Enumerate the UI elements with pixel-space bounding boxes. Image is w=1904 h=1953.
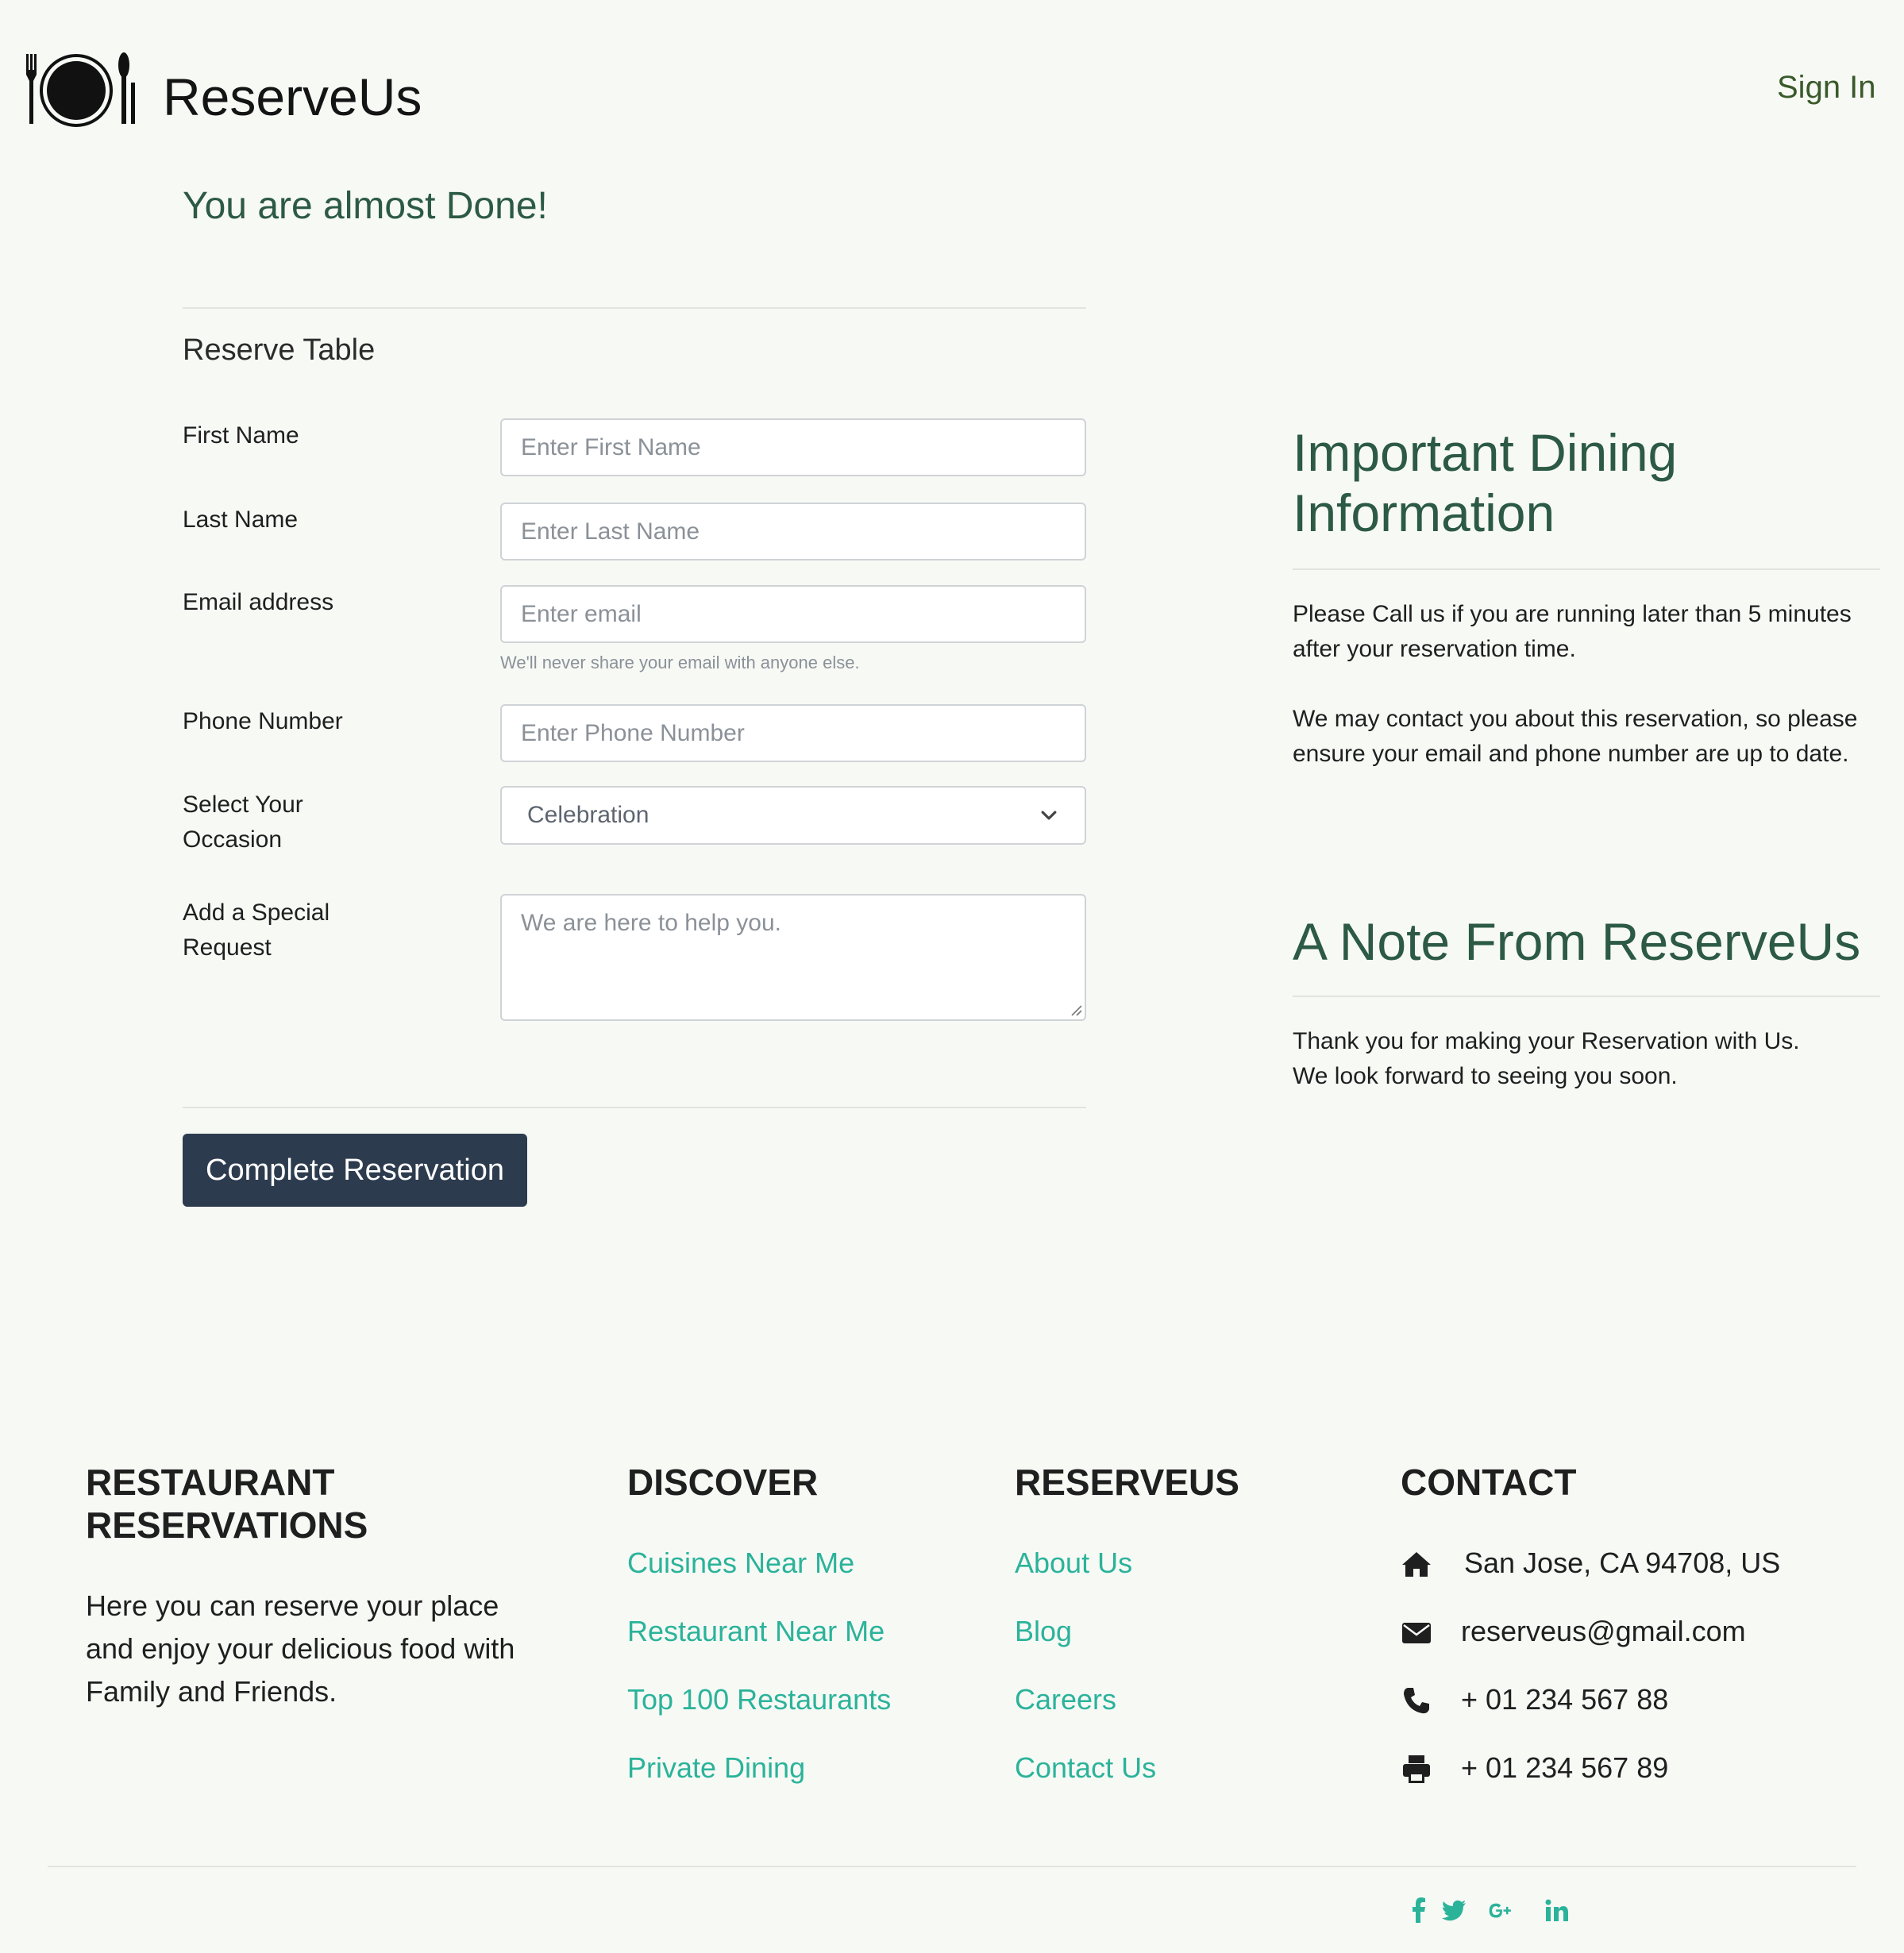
sign-in-link[interactable]: Sign In xyxy=(1777,70,1876,106)
occasion-label-line1: Select Your xyxy=(183,792,303,818)
chevron-down-icon xyxy=(1041,811,1057,820)
note-line1: Thank you for making your Reservation wi… xyxy=(1293,1028,1800,1054)
last-name-input[interactable] xyxy=(500,503,1086,560)
contact-phone: + 01 234 567 88 xyxy=(1461,1683,1669,1716)
footer-link-top-100[interactable]: Top 100 Restaurants xyxy=(627,1683,891,1716)
complete-reservation-button[interactable]: Complete Reservation xyxy=(183,1134,527,1207)
important-heading-line1: Important Dining xyxy=(1293,423,1678,482)
print-icon xyxy=(1403,1755,1430,1783)
footer-heading-reserveus: RESERVEUS xyxy=(1015,1462,1239,1503)
note-text: Thank you for making your Reservation wi… xyxy=(1293,1024,1880,1094)
page-heading: You are almost Done! xyxy=(183,185,548,227)
occasion-selected-value: Celebration xyxy=(527,802,649,828)
occasion-label: Select Your Occasion xyxy=(183,788,389,857)
special-request-textarea[interactable] xyxy=(500,894,1086,1021)
special-request-label-line2: Request xyxy=(183,934,272,961)
email-input[interactable] xyxy=(500,585,1086,643)
section-title: Reserve Table xyxy=(183,333,376,367)
divider xyxy=(183,307,1086,309)
footer-link-restaurants-near[interactable]: Restaurant Near Me xyxy=(627,1615,885,1648)
contact-address: San Jose, CA 94708, US xyxy=(1464,1547,1781,1579)
twitter-icon[interactable] xyxy=(1440,1897,1467,1924)
occasion-select[interactable]: Celebration xyxy=(500,786,1086,845)
footer-link-about[interactable]: About Us xyxy=(1015,1547,1132,1580)
footer-heading-line1: RESTAURANT xyxy=(86,1462,335,1503)
footer-link-careers[interactable]: Careers xyxy=(1015,1683,1116,1716)
footer-heading-discover: DISCOVER xyxy=(627,1462,819,1503)
resize-grip-icon[interactable] xyxy=(1068,1002,1082,1016)
special-request-label-line1: Add a Special xyxy=(183,899,330,926)
phone-input[interactable] xyxy=(500,704,1086,762)
envelope-icon xyxy=(1402,1623,1431,1643)
email-help-text: We'll never share your email with anyone… xyxy=(500,653,860,672)
footer-link-blog[interactable]: Blog xyxy=(1015,1615,1072,1648)
divider xyxy=(1293,996,1880,997)
footer-link-contact[interactable]: Contact Us xyxy=(1015,1751,1156,1785)
restaurant-logo-icon[interactable] xyxy=(24,51,138,127)
footer-link-cuisines[interactable]: Cuisines Near Me xyxy=(627,1547,854,1580)
footer-divider xyxy=(48,1866,1856,1867)
footer-heading-line2: RESERVATIONS xyxy=(86,1504,368,1546)
first-name-input[interactable] xyxy=(500,418,1086,476)
brand-name[interactable]: ReserveUs xyxy=(163,67,422,127)
contact-notice: We may contact you about this reservatio… xyxy=(1293,706,1858,767)
facebook-icon[interactable] xyxy=(1405,1897,1432,1924)
last-name-label: Last Name xyxy=(183,507,299,533)
footer-link-private-dining[interactable]: Private Dining xyxy=(627,1751,805,1785)
phone-icon xyxy=(1404,1688,1429,1714)
divider xyxy=(1293,568,1880,570)
note-line2: We look forward to seeing you soon. xyxy=(1293,1063,1678,1089)
late-arrival-notice: Please Call us if you are running later … xyxy=(1293,601,1852,662)
important-heading-line2: Information xyxy=(1293,483,1555,542)
linkedin-icon[interactable] xyxy=(1544,1897,1571,1924)
important-info-heading: Important Dining Information xyxy=(1293,422,1848,543)
footer-description: Here you can reserve your place and enjo… xyxy=(86,1589,515,1708)
footer-heading-contact: CONTACT xyxy=(1401,1462,1577,1503)
google-plus-icon[interactable] xyxy=(1488,1897,1515,1924)
first-name-label: First Name xyxy=(183,422,299,449)
note-heading: A Note From ReserveUs xyxy=(1293,912,1861,971)
footer-heading-restaurant: RESTAURANT RESERVATIONS xyxy=(86,1461,368,1547)
contact-fax: + 01 234 567 89 xyxy=(1461,1751,1669,1784)
home-icon xyxy=(1402,1552,1431,1577)
phone-label: Phone Number xyxy=(183,708,343,734)
occasion-label-line2: Occasion xyxy=(183,826,283,853)
contact-email[interactable]: reserveus@gmail.com xyxy=(1461,1615,1746,1648)
special-request-label: Add a Special Request xyxy=(183,896,389,965)
divider xyxy=(183,1107,1086,1108)
email-label: Email address xyxy=(183,589,334,615)
